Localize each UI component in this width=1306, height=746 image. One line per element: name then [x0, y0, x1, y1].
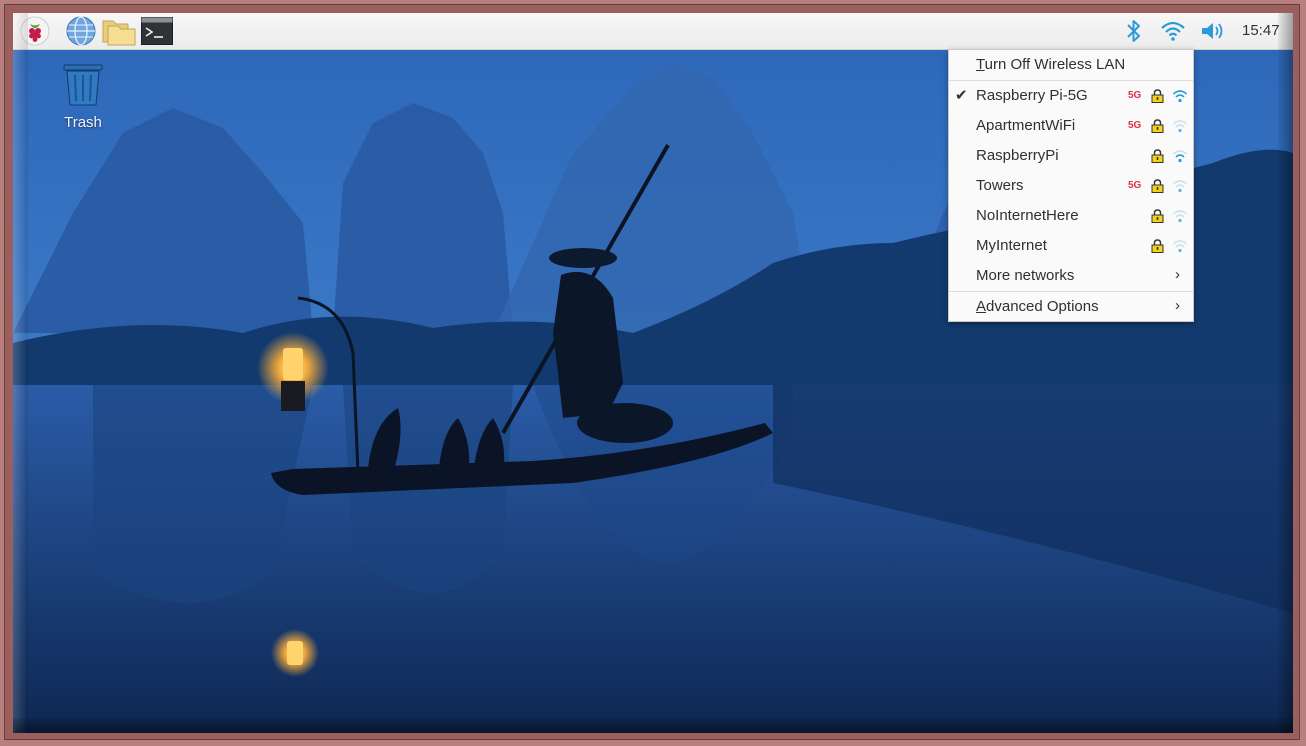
trash-desktop-icon[interactable]: Trash	[47, 63, 119, 131]
signal-strength-icon	[1172, 120, 1188, 133]
band-5g-badge: 5G	[1128, 120, 1142, 131]
lock-icon	[1151, 89, 1164, 103]
lock-icon	[1151, 119, 1164, 133]
network-name: Towers	[976, 177, 1024, 194]
band-5g-badge: 5G	[1128, 180, 1142, 191]
network-item[interactable]: ✔ Raspberry Pi-5G 5G	[949, 81, 1193, 111]
network-name: RaspberryPi	[976, 147, 1059, 164]
raspberry-menu-button[interactable]	[18, 15, 52, 47]
network-item[interactable]: MyInternet	[949, 231, 1193, 261]
wifi-icon	[1161, 21, 1185, 41]
signal-strength-icon	[1172, 240, 1188, 253]
web-browser-button[interactable]	[64, 15, 98, 47]
clock[interactable]: 15:47	[1242, 22, 1280, 39]
trash-label: Trash	[64, 114, 102, 131]
wifi-menu: Turn Off Wireless LAN ✔ Raspberry Pi-5G 5G…	[948, 49, 1194, 322]
network-item[interactable]: RaspberryPi	[949, 141, 1193, 171]
lock-icon	[1151, 179, 1164, 193]
taskbar: 15:47	[13, 13, 1293, 50]
lock-icon	[1151, 239, 1164, 253]
network-item[interactable]: Towers 5G	[949, 171, 1193, 201]
turn-off-wireless-item[interactable]: Turn Off Wireless LAN	[949, 50, 1193, 80]
signal-strength-icon	[1172, 180, 1188, 193]
advanced-options-label: Advanced Options	[976, 298, 1099, 315]
terminal-icon	[141, 17, 173, 45]
chevron-right-icon: ›	[1175, 266, 1180, 283]
network-name: ApartmentWiFi	[976, 117, 1076, 134]
folder-icon	[102, 20, 136, 46]
file-manager-button[interactable]	[102, 15, 136, 47]
signal-strength-icon	[1172, 90, 1188, 103]
network-item[interactable]: ApartmentWiFi 5G	[949, 111, 1193, 141]
more-networks-item[interactable]: More networks ›	[949, 261, 1193, 291]
network-item[interactable]: NoInternetHere	[949, 201, 1193, 231]
turn-off-wireless-label: Turn Off Wireless LAN	[976, 56, 1126, 73]
lock-icon	[1151, 149, 1164, 163]
bluetooth-tray-button[interactable]	[1117, 15, 1151, 47]
network-name: MyInternet	[976, 237, 1047, 254]
terminal-button[interactable]	[140, 15, 174, 47]
bluetooth-icon	[1127, 20, 1140, 42]
chevron-right-icon: ›	[1175, 297, 1180, 314]
volume-tray-button[interactable]	[1197, 15, 1231, 47]
signal-strength-icon	[1172, 210, 1188, 223]
raspberry-icon	[20, 16, 50, 46]
desktop-screen: 15:47 Trash Turn Off Wireless LAN ✔ Raspb…	[13, 13, 1293, 733]
more-networks-label: More networks	[976, 267, 1075, 284]
lock-icon	[1151, 209, 1164, 223]
trash-icon	[63, 64, 103, 106]
advanced-options-item[interactable]: Advanced Options ›	[949, 292, 1193, 322]
check-icon: ✔	[955, 87, 968, 104]
signal-strength-icon	[1172, 150, 1188, 163]
speaker-icon	[1202, 23, 1223, 39]
network-name: NoInternetHere	[976, 207, 1079, 224]
wireless-tray-button[interactable]	[1156, 15, 1190, 47]
network-name: Raspberry Pi-5G	[976, 87, 1088, 104]
band-5g-badge: 5G	[1128, 90, 1142, 101]
globe-icon	[66, 16, 96, 46]
